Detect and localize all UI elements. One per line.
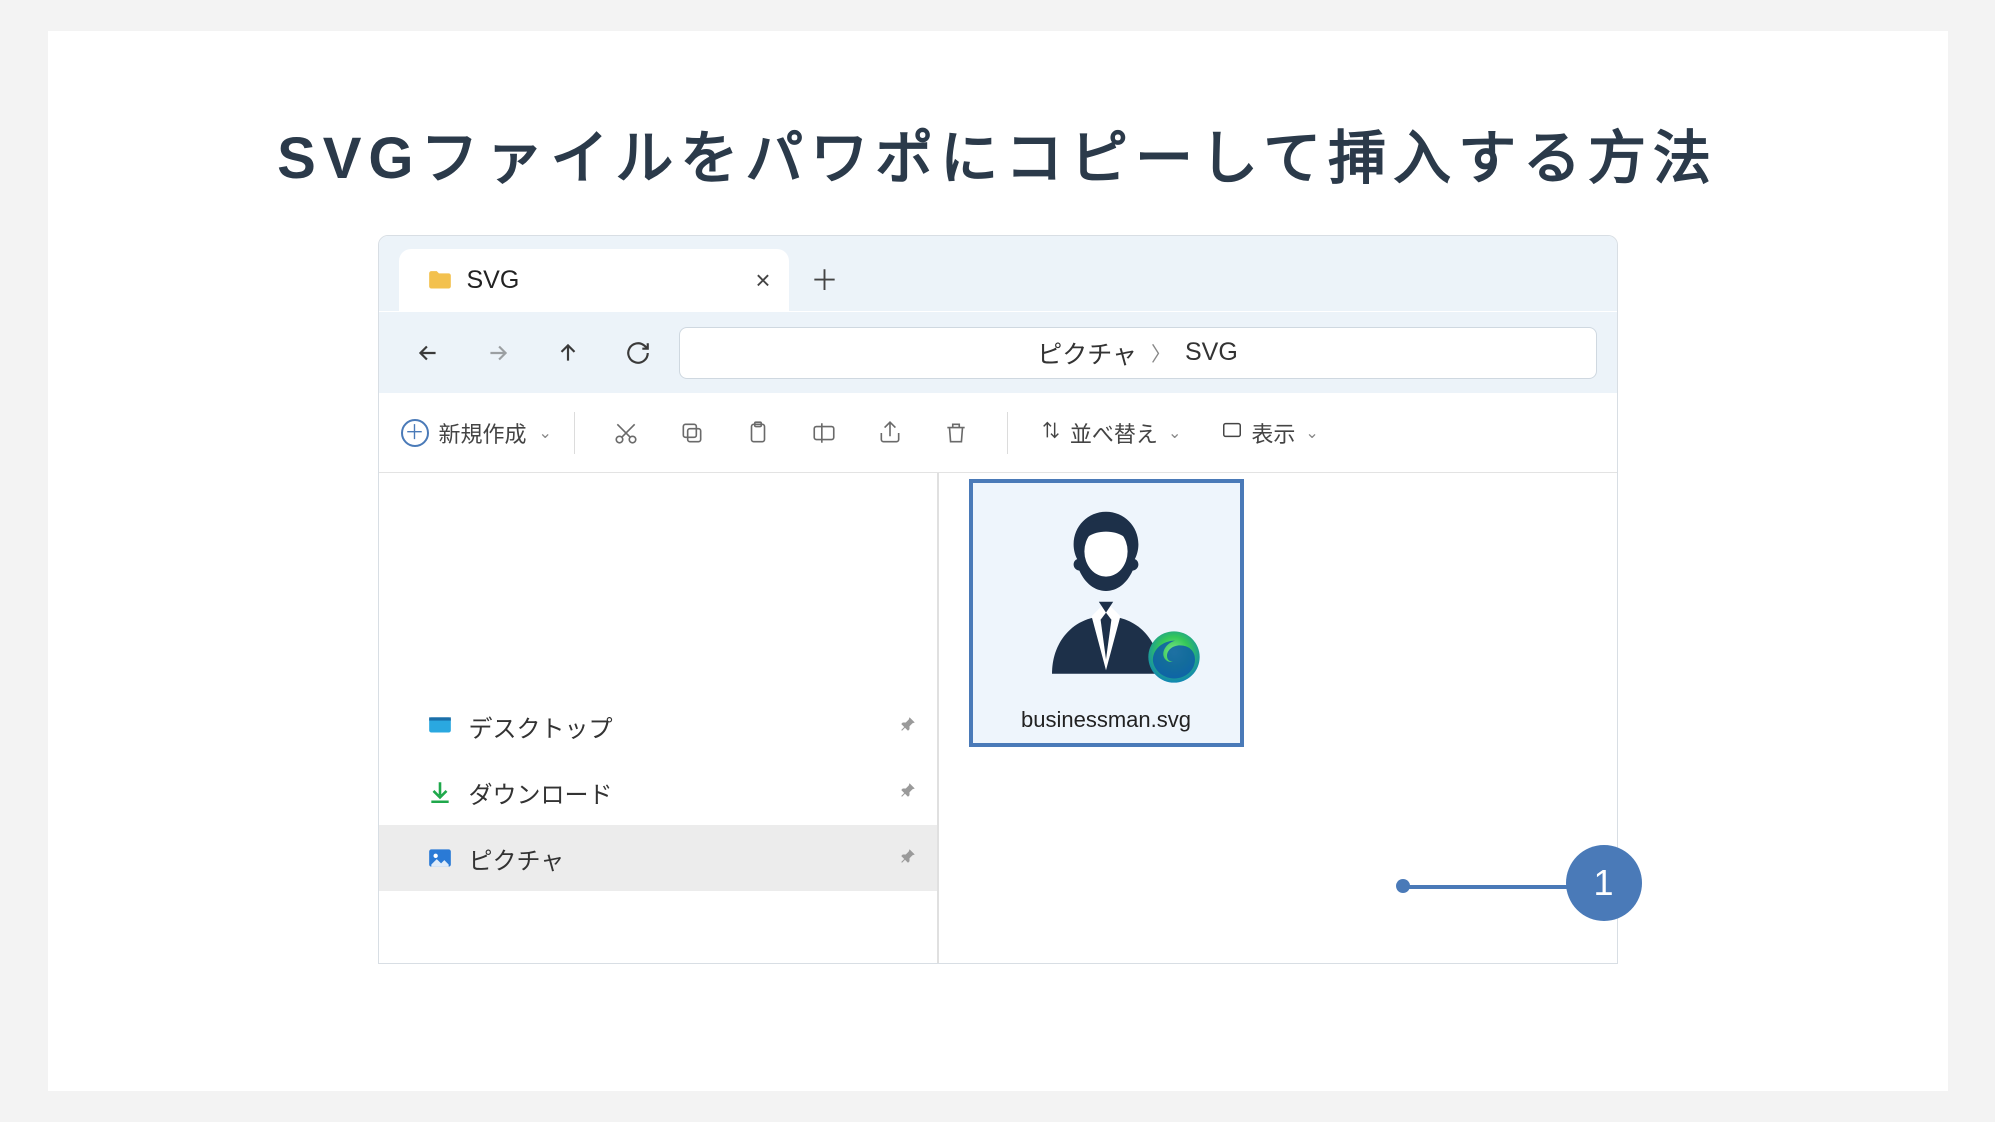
file-businessman-svg[interactable]: businessman.svg: [969, 479, 1244, 747]
share-icon[interactable]: [861, 409, 919, 457]
edge-app-icon: [1146, 629, 1202, 685]
refresh-button[interactable]: [609, 329, 667, 377]
chevron-down-icon: ⌄: [539, 423, 552, 443]
file-pane[interactable]: businessman.svg: [939, 473, 1617, 963]
rename-icon[interactable]: [795, 409, 853, 457]
separator: [1007, 412, 1008, 454]
sidebar-item-downloads[interactable]: ダウンロード: [379, 759, 937, 825]
sidebar-item-pictures[interactable]: ピクチャ: [379, 825, 937, 891]
pictures-icon: [427, 845, 453, 871]
chevron-right-icon: 〉: [1151, 338, 1171, 367]
up-button[interactable]: [539, 329, 597, 377]
file-explorer-window: SVG × ＋ ピクチャ: [378, 235, 1618, 964]
separator: [574, 412, 575, 454]
breadcrumb-current: SVG: [1185, 338, 1238, 367]
pin-icon: [899, 778, 917, 806]
chevron-down-icon: ⌄: [1305, 423, 1318, 443]
new-label: 新規作成: [439, 417, 527, 449]
sidebar-item-label: ピクチャ: [469, 841, 565, 876]
desktop-icon: [427, 713, 453, 739]
plus-icon: ＋: [401, 419, 429, 447]
back-button[interactable]: [399, 329, 457, 377]
chevron-down-icon: ⌄: [1168, 423, 1181, 443]
sort-button[interactable]: 並べ替え ⌄: [1030, 417, 1191, 449]
paste-icon[interactable]: [729, 409, 787, 457]
sidebar: デスクトップ ダウンロード: [379, 473, 939, 963]
view-button[interactable]: 表示 ⌄: [1211, 417, 1328, 449]
sidebar-item-label: デスクトップ: [469, 709, 613, 744]
slide: SVGファイルをパワポにコピーして挿入する方法 SVG × ＋: [48, 31, 1948, 1091]
sidebar-item-desktop[interactable]: デスクトップ: [379, 693, 937, 759]
download-icon: [427, 779, 453, 805]
new-item-button[interactable]: ＋ 新規作成 ⌄: [401, 417, 552, 449]
explorer-wrapper: SVG × ＋ ピクチャ: [378, 235, 1618, 964]
view-label: 表示: [1251, 417, 1295, 449]
pin-icon: [899, 844, 917, 872]
page-title: SVGファイルをパワポにコピーして挿入する方法: [48, 111, 1948, 195]
forward-button[interactable]: [469, 329, 527, 377]
delete-icon[interactable]: [927, 409, 985, 457]
explorer-body: デスクトップ ダウンロード: [379, 473, 1617, 963]
address-bar[interactable]: ピクチャ 〉 SVG: [679, 327, 1597, 379]
sort-icon: [1040, 419, 1062, 447]
view-icon: [1221, 419, 1243, 447]
folder-icon: [427, 269, 453, 291]
close-icon[interactable]: ×: [755, 267, 770, 293]
file-name: businessman.svg: [1021, 707, 1191, 733]
file-thumbnail: [1016, 491, 1196, 681]
tab-bar: SVG × ＋: [379, 236, 1617, 311]
sidebar-item-label: ダウンロード: [469, 775, 613, 810]
pin-icon: [899, 712, 917, 740]
breadcrumb-parent: ピクチャ: [1037, 335, 1137, 371]
copy-icon[interactable]: [663, 409, 721, 457]
sort-label: 並べ替え: [1070, 417, 1158, 449]
cut-icon[interactable]: [597, 409, 655, 457]
navigation-bar: ピクチャ 〉 SVG: [379, 311, 1617, 393]
tab-svg[interactable]: SVG ×: [399, 249, 789, 311]
new-tab-button[interactable]: ＋: [801, 255, 849, 303]
tab-title: SVG: [467, 266, 520, 295]
command-bar: ＋ 新規作成 ⌄: [379, 393, 1617, 473]
